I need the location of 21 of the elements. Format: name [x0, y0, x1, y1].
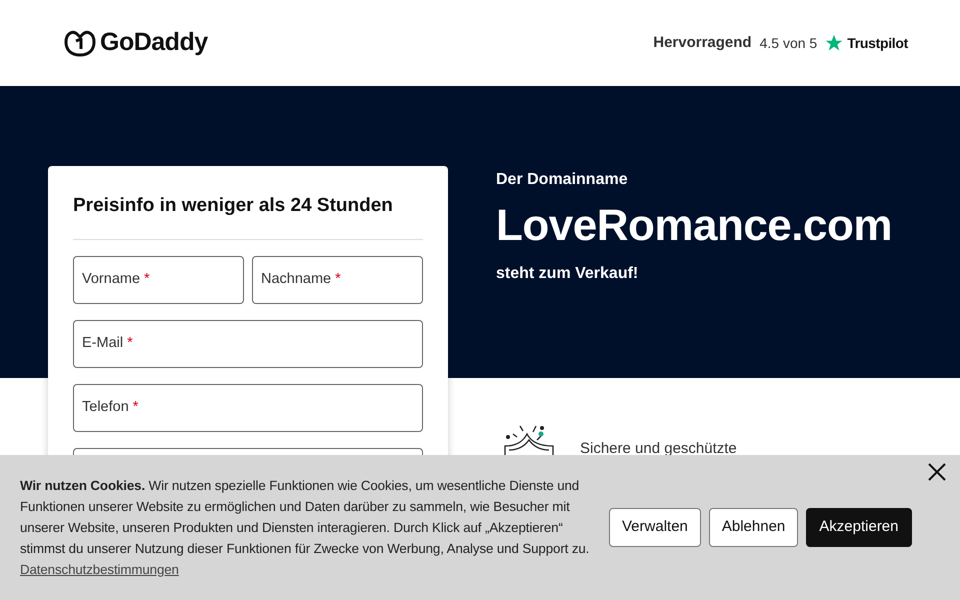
feature-text: Sichere und geschützte	[580, 440, 737, 457]
cookie-button[interactable]: Verwalten	[609, 508, 701, 547]
input-field[interactable]: Telefon *	[73, 384, 423, 432]
input-field[interactable]: E-Mail *	[73, 320, 423, 368]
close-icon[interactable]	[928, 463, 946, 481]
domain-name: LoveRomance.com	[496, 202, 892, 250]
cookie-notice-text: Wir nutzen Cookies. Wir nutzen spezielle Funktionen wie Cookies, um wesentliche Dienste und Funktionen unserer Website zu ermöglichen und Daten darüber zu sammeln, wie Besucher mit unserer Website, unseren Produkten und Diensten interagieren. Durch Klick auf „Akzeptieren“ stimmst du unserer Nutzung dieser Funktionen für Zwecke von Werbung, Analyse und Support zu. Datenschutzbestimmungen	[20, 477, 590, 579]
rating-label: Hervorragend	[653, 32, 752, 53]
input-field[interactable]: Nachname *	[252, 256, 423, 304]
accept-button[interactable]: Akzeptieren	[806, 508, 912, 547]
star-icon	[825, 34, 844, 52]
logo-text[interactable]: GoDaddy	[100, 24, 208, 62]
privacy-link[interactable]: Datenschutzbestimmungen	[20, 562, 179, 577]
hero-eyebrow: Der Domainname	[496, 170, 629, 190]
rating-score: 4.5 von 5	[760, 34, 818, 52]
cookie-button[interactable]: Ablehnen	[708, 508, 798, 547]
form-title: Preisinfo in weniger als 24 Stunden	[73, 192, 423, 240]
trustpilot-text[interactable]: Trustpilot	[847, 32, 908, 54]
logo-icon	[64, 29, 96, 57]
input-field[interactable]: Vorname *	[73, 256, 244, 304]
hero-subtitle: steht zum Verkauf!	[496, 264, 640, 284]
